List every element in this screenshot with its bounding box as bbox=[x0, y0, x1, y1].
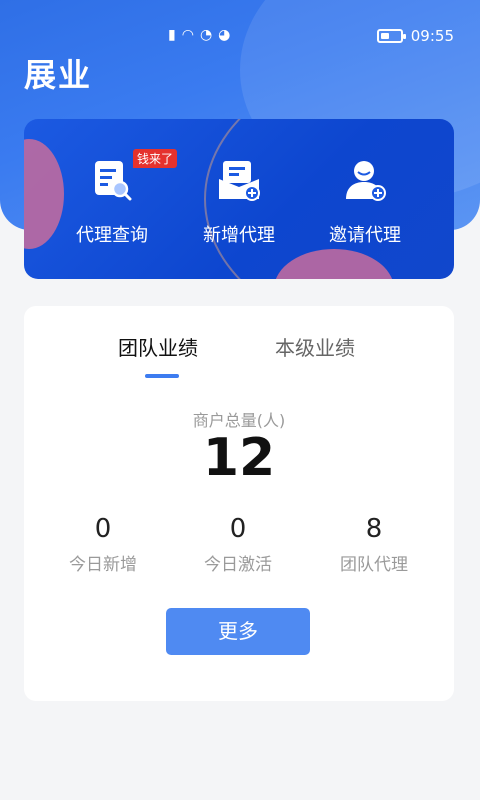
stat-value: 0 bbox=[229, 514, 247, 544]
more-button[interactable]: 更多 bbox=[166, 608, 310, 655]
stat-activated-today: 0 今日激活 bbox=[168, 514, 308, 575]
agent-query-button[interactable]: 钱来了 代理查询 bbox=[52, 149, 178, 247]
invite-agent-label: 邀请代理 bbox=[329, 225, 401, 246]
status-right: 09:55 bbox=[376, 27, 454, 45]
nfc-icon: ◕ bbox=[218, 27, 231, 43]
stat-label: 今日激活 bbox=[204, 555, 272, 575]
stat-value: 0 bbox=[94, 514, 112, 544]
quick-actions-banner: 钱来了 代理查询 新增代理 邀请代理 bbox=[24, 119, 454, 279]
invite-agent-icon bbox=[340, 155, 390, 205]
alert-icon: ▮ bbox=[168, 27, 176, 43]
tab-team-performance[interactable]: 团队业绩 bbox=[118, 332, 198, 361]
stat-label: 今日新增 bbox=[69, 555, 137, 575]
wifi-icon: ◠ bbox=[181, 27, 194, 43]
agent-query-icon: 钱来了 bbox=[87, 149, 178, 205]
performance-card: 团队业绩 本级业绩 商户总量(人) 12 0 今日新增 0 今日激活 8 团队代… bbox=[24, 306, 454, 701]
add-agent-button[interactable]: 新增代理 bbox=[179, 155, 299, 247]
battery-level bbox=[380, 33, 389, 39]
stat-label: 团队代理 bbox=[340, 555, 408, 575]
tab-own-performance[interactable]: 本级业绩 bbox=[275, 332, 355, 361]
stat-team-agents: 8 团队代理 bbox=[304, 514, 444, 575]
stat-value: 8 bbox=[365, 514, 383, 544]
status-icons: ▮ ◠ ◔ ◕ bbox=[168, 26, 230, 44]
add-agent-label: 新增代理 bbox=[203, 225, 275, 246]
add-agent-icon bbox=[214, 155, 264, 205]
invite-agent-button[interactable]: 邀请代理 bbox=[305, 155, 425, 247]
page-title: 展业 bbox=[24, 56, 93, 94]
status-time: 09:55 bbox=[410, 27, 454, 45]
stat-new-today: 0 今日新增 bbox=[33, 514, 173, 575]
hotspot-icon: ◔ bbox=[199, 27, 213, 43]
agent-query-label: 代理查询 bbox=[76, 225, 148, 246]
merchant-total-value: 12 bbox=[202, 428, 276, 488]
battery-icon bbox=[376, 29, 406, 43]
tab-indicator bbox=[145, 374, 179, 378]
promo-badge: 钱来了 bbox=[133, 149, 178, 168]
